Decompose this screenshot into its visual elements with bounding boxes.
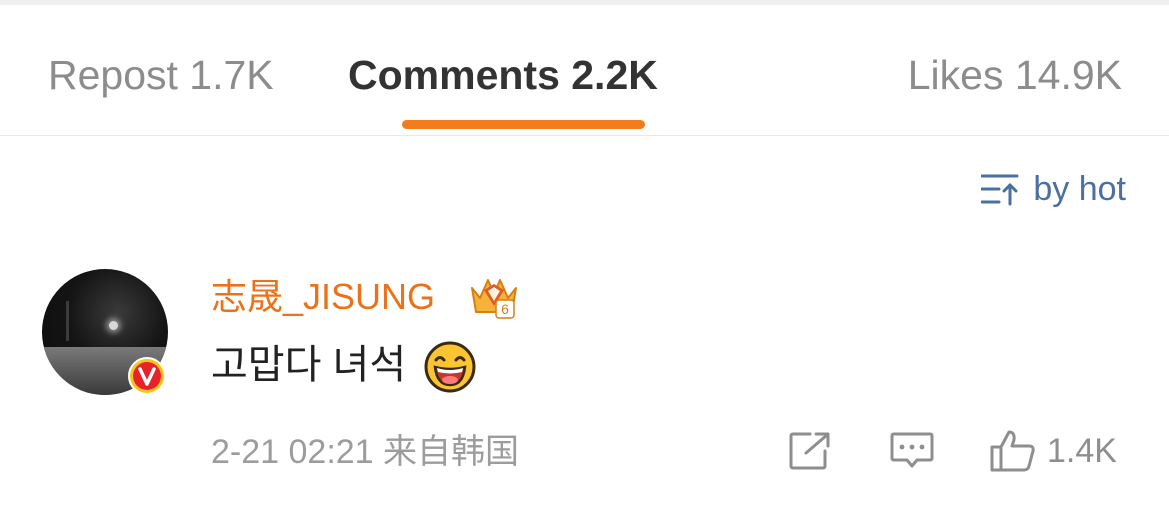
share-button[interactable] bbox=[788, 430, 832, 472]
comment-text: 고맙다 녀석 bbox=[211, 343, 407, 387]
laughing-emoji-icon bbox=[424, 341, 476, 393]
tab-comments[interactable]: Comments 2.2K bbox=[348, 51, 658, 99]
tab-likes[interactable]: Likes 14.9K bbox=[908, 51, 1122, 99]
comment-username[interactable]: 志晟_JISUNG bbox=[211, 275, 435, 319]
share-icon bbox=[789, 432, 830, 470]
verified-badge-icon bbox=[128, 357, 166, 395]
sort-label: by hot bbox=[1033, 169, 1126, 208]
reply-comment-button[interactable] bbox=[889, 430, 935, 472]
crown-badge-icon: 6 bbox=[471, 279, 517, 319]
comment-item: 志晟_JISUNG 6 고맙다 녀석 2-21 02:21 来自韩国 1.4K bbox=[0, 260, 1169, 500]
thumbs-up-icon bbox=[990, 430, 1035, 472]
tab-repost[interactable]: Repost 1.7K bbox=[48, 51, 274, 99]
tab-bar: Repost 1.7K Comments 2.2K Likes 14.9K bbox=[0, 5, 1169, 135]
sort-icon bbox=[981, 174, 1019, 206]
svg-text:6: 6 bbox=[501, 301, 509, 317]
comment-icon bbox=[890, 432, 934, 468]
active-tab-indicator bbox=[402, 120, 645, 129]
like-button[interactable]: 1.4K bbox=[989, 430, 1117, 472]
sort-by-hot-button[interactable]: by hot bbox=[981, 168, 1126, 210]
like-count: 1.4K bbox=[1047, 431, 1117, 470]
tab-divider bbox=[0, 135, 1169, 136]
comment-timestamp: 2-21 02:21 来自韩国 bbox=[211, 433, 520, 471]
